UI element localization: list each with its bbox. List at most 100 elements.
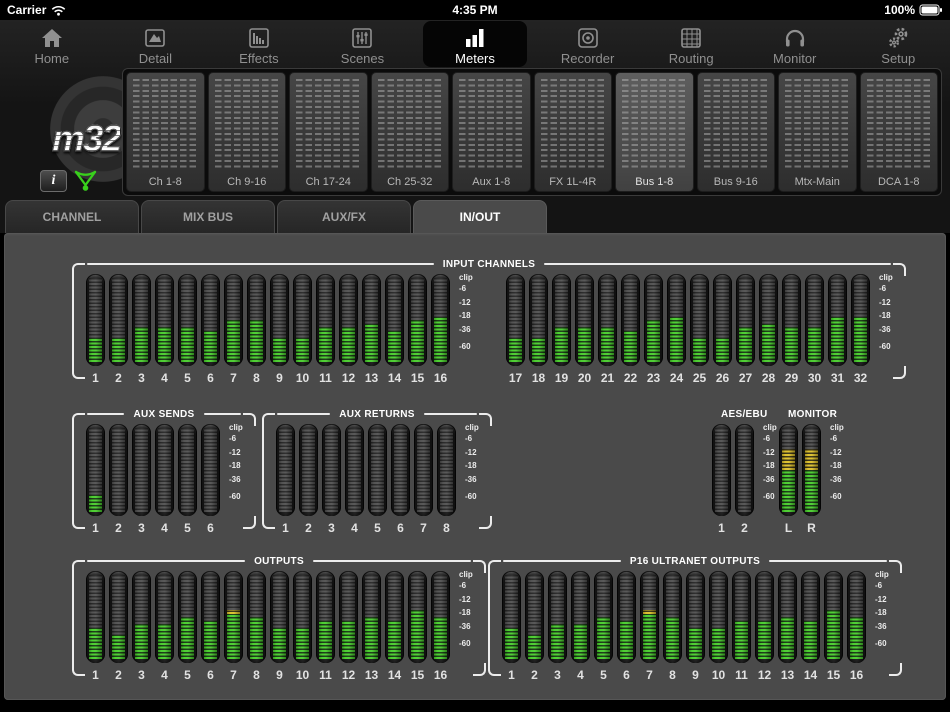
bank-strip[interactable]: Mtx-Main [778,72,857,192]
bank-strip[interactable]: Ch 1-8 [126,72,205,192]
section-header: MONITOR [779,408,857,420]
meter-unit: 15 [408,571,427,682]
level-meter [224,274,243,366]
meter-gloss [690,274,709,366]
bank-strip[interactable]: Ch 17-24 [289,72,368,192]
meter-unit: 19 [552,274,571,385]
meter-gloss [201,274,220,366]
level-meter [155,274,174,366]
meter-unit: 3 [132,424,151,535]
bank-strip[interactable]: Bus 1-8 [615,72,694,192]
meter-unit: 14 [801,571,820,682]
meter-scale: clip -6 -12 -18 -36 -60 [456,571,480,663]
nav-item-label: Meters [455,50,495,66]
meter-channel-label: 25 [692,371,707,385]
meter-group: 1 2 3 4 5 6 clip -6 -12 -18 -36 -60 [86,424,250,535]
meter-channel-label: 4 [161,521,168,535]
meter-unit: 7 [414,424,433,535]
tab-in-out[interactable]: IN/OUT [413,200,547,233]
level-meter [391,424,410,516]
bank-strip[interactable]: Bus 9-16 [696,72,775,192]
meter-unit: 23 [644,274,663,385]
bank-strip[interactable]: DCA 1-8 [859,72,938,192]
nav-item-detail[interactable]: Detail [104,20,208,68]
nav-item-scenes[interactable]: Scenes [311,20,415,68]
tab-mix-bus[interactable]: MIX BUS [141,200,275,233]
meters-icon [462,25,488,51]
nav-item-routing[interactable]: Routing [639,20,743,68]
level-meter [247,274,266,366]
meter-channel-label: L [784,521,793,535]
scale-tick-label: -12 [875,595,887,604]
meter-channel-label: 29 [784,371,799,385]
bank-strip[interactable]: Ch 25-32 [370,72,449,192]
section-bracket-line [87,263,434,265]
meter-channel-label: 7 [230,371,237,385]
meter-channel-label: 19 [554,371,569,385]
level-meter [385,274,404,366]
meter-gloss [247,571,266,663]
meter-gloss [293,274,312,366]
bank-strip[interactable]: Aux 1-8 [452,72,531,192]
level-meter [712,424,731,516]
section-p16-ultranet: P16 ULTRANET OUTPUTS 1 2 3 4 5 6 7 8 9 10 11 12 13 14 1… [488,555,902,682]
section-header: OUTPUTS [87,555,472,567]
scale-tick-label: -6 [459,284,467,293]
level-meter [686,571,705,663]
nav-item-meters[interactable]: Meters [423,21,527,67]
connection-status-icon[interactable] [72,168,99,193]
meter-gloss [802,424,821,516]
meter-gloss [552,274,571,366]
bank-strip[interactable]: Ch 9-16 [207,72,286,192]
tab-aux-fx[interactable]: AUX/FX [277,200,411,233]
tab-channel[interactable]: CHANNEL [5,200,139,233]
level-meter [86,571,105,663]
level-meter [178,274,197,366]
meter-groups: 1 2 3 4 5 6 7 8 clip -6 -12 -18 -36 -60 [262,420,492,535]
level-meter [270,274,289,366]
level-meter [640,571,659,663]
meter-unit: 12 [339,274,358,385]
info-button[interactable]: i [40,169,67,192]
meter-gloss [824,571,843,663]
meter-channel-label: 3 [138,371,145,385]
meter-gloss [155,571,174,663]
level-meter [109,274,128,366]
bank-strip[interactable]: FX 1L-4R [533,72,612,192]
scale-tick-label: clip [875,570,889,579]
meter-unit: 5 [178,424,197,535]
nav-item-monitor[interactable]: Monitor [743,20,847,68]
meter-unit: 1 [502,571,521,682]
section-title: AUX SENDS [133,408,195,420]
meter-gloss [736,274,755,366]
level-meter [293,571,312,663]
meter-groups: 1 2 3 4 5 6 7 8 9 10 11 12 13 14 15 16 clip -6 -12 -18 -36 -6… [488,567,902,682]
bank-mini-meters-icon [785,79,850,171]
meter-channel-label: 3 [138,668,145,682]
nav-item-recorder[interactable]: Recorder [536,20,640,68]
meter-channel-label: 8 [253,371,260,385]
section-bracket-top-right [243,413,256,426]
section-bracket-left [72,263,85,379]
nav-item-effects[interactable]: Effects [207,20,311,68]
meter-channel-label: 8 [253,668,260,682]
scale-tick-label: -18 [459,311,471,320]
level-meter [552,274,571,366]
meter-channel-label: 11 [319,371,332,385]
scale-tick-label: -6 [465,434,473,443]
battery-icon [919,4,942,16]
nav-item-home[interactable]: Home [0,20,104,68]
meter-channel-label: 21 [600,371,615,385]
level-meter [322,424,341,516]
nav-item-setup[interactable]: Setup [847,20,950,68]
meter-unit: 13 [362,571,381,682]
meter-unit: 1 [86,274,105,385]
setup-icon [885,25,911,51]
section-bracket-top-right [479,413,492,426]
meter-unit: 28 [759,274,778,385]
meter-channel-label: 24 [669,371,684,385]
meter-channel-label: 15 [826,668,841,682]
bank-strip-label: Ch 1-8 [148,176,182,188]
meter-channel-label: 5 [184,371,191,385]
level-meter [778,571,797,663]
